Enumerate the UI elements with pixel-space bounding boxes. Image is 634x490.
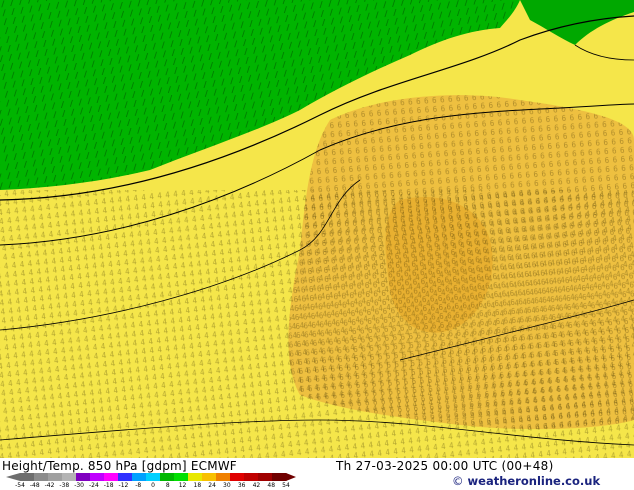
scale-tick-label: -12 xyxy=(118,482,129,489)
scale-tick-label: 18 xyxy=(193,482,202,489)
scale-swatch xyxy=(216,473,231,481)
scale-tick-label: 8 xyxy=(165,482,170,489)
scale-swatch xyxy=(174,473,189,481)
scale-swatch xyxy=(258,473,273,481)
scale-swatch xyxy=(104,473,119,481)
copyright-symbol: © xyxy=(452,474,464,488)
scale-swatch xyxy=(90,473,105,481)
scale-tick-label: -48 xyxy=(29,482,40,489)
scale-swatch xyxy=(48,473,63,481)
scale-swatch xyxy=(244,473,259,481)
credit[interactable]: © weatheronline.co.uk xyxy=(452,474,600,488)
scale-swatch xyxy=(132,473,147,481)
scale-tick-label: -8 xyxy=(135,482,142,489)
scale-tick-label: 30 xyxy=(223,482,231,489)
map-title: Height/Temp. 850 hPa [gdpm] ECMWF xyxy=(2,459,237,473)
scale-tick-label: 48 xyxy=(267,482,276,489)
scale-swatch xyxy=(272,473,287,481)
color-scale-ticks: -54 -48 -42 -38 -30 -24 -18 -12 -8 0 8 12 18 24 30 36 42… xyxy=(6,482,296,490)
scale-tick-label: 36 xyxy=(237,482,246,489)
scale-swatch xyxy=(62,473,77,481)
scale-tick-label: -54 xyxy=(15,482,25,489)
scale-tick-label: 42 xyxy=(252,482,261,489)
scale-swatch xyxy=(160,473,175,481)
scale-swatch xyxy=(118,473,133,481)
valid-time: Th 27-03-2025 00:00 UTC (00+48) xyxy=(336,459,554,473)
weather-map: / 4 6 xyxy=(0,0,634,458)
scale-swatch xyxy=(76,473,91,481)
scale-tick-label: -30 xyxy=(74,482,85,489)
scale-tick-label: -18 xyxy=(103,482,114,489)
scale-swatch xyxy=(20,473,35,481)
scale-tick-label: 54 xyxy=(282,482,290,489)
scale-swatch xyxy=(230,473,245,481)
footer-bar: Height/Temp. 850 hPa [gdpm] ECMWF Th 27-… xyxy=(0,458,634,490)
scale-swatch xyxy=(188,473,203,481)
scale-tick-label: 12 xyxy=(178,482,187,489)
scale-tick-label: 24 xyxy=(208,482,216,489)
scale-tick-label: -42 xyxy=(44,482,55,489)
credit-text[interactable]: weatheronline.co.uk xyxy=(468,474,601,488)
color-scale-bar xyxy=(6,473,296,481)
color-scale-legend: -54 -48 -42 -38 -30 -24 -18 -12 -8 0 8 12 18 24 30 36 42… xyxy=(6,472,296,490)
scale-swatch xyxy=(146,473,161,481)
scale-tick-label: 0 xyxy=(151,482,155,489)
scale-swatch xyxy=(202,473,217,481)
scale-tick-label: -38 xyxy=(59,482,70,489)
scale-arrow-right xyxy=(286,473,296,481)
scale-swatch xyxy=(34,473,49,481)
scale-arrow-left xyxy=(6,473,20,481)
scale-tick-label: -24 xyxy=(88,482,99,489)
